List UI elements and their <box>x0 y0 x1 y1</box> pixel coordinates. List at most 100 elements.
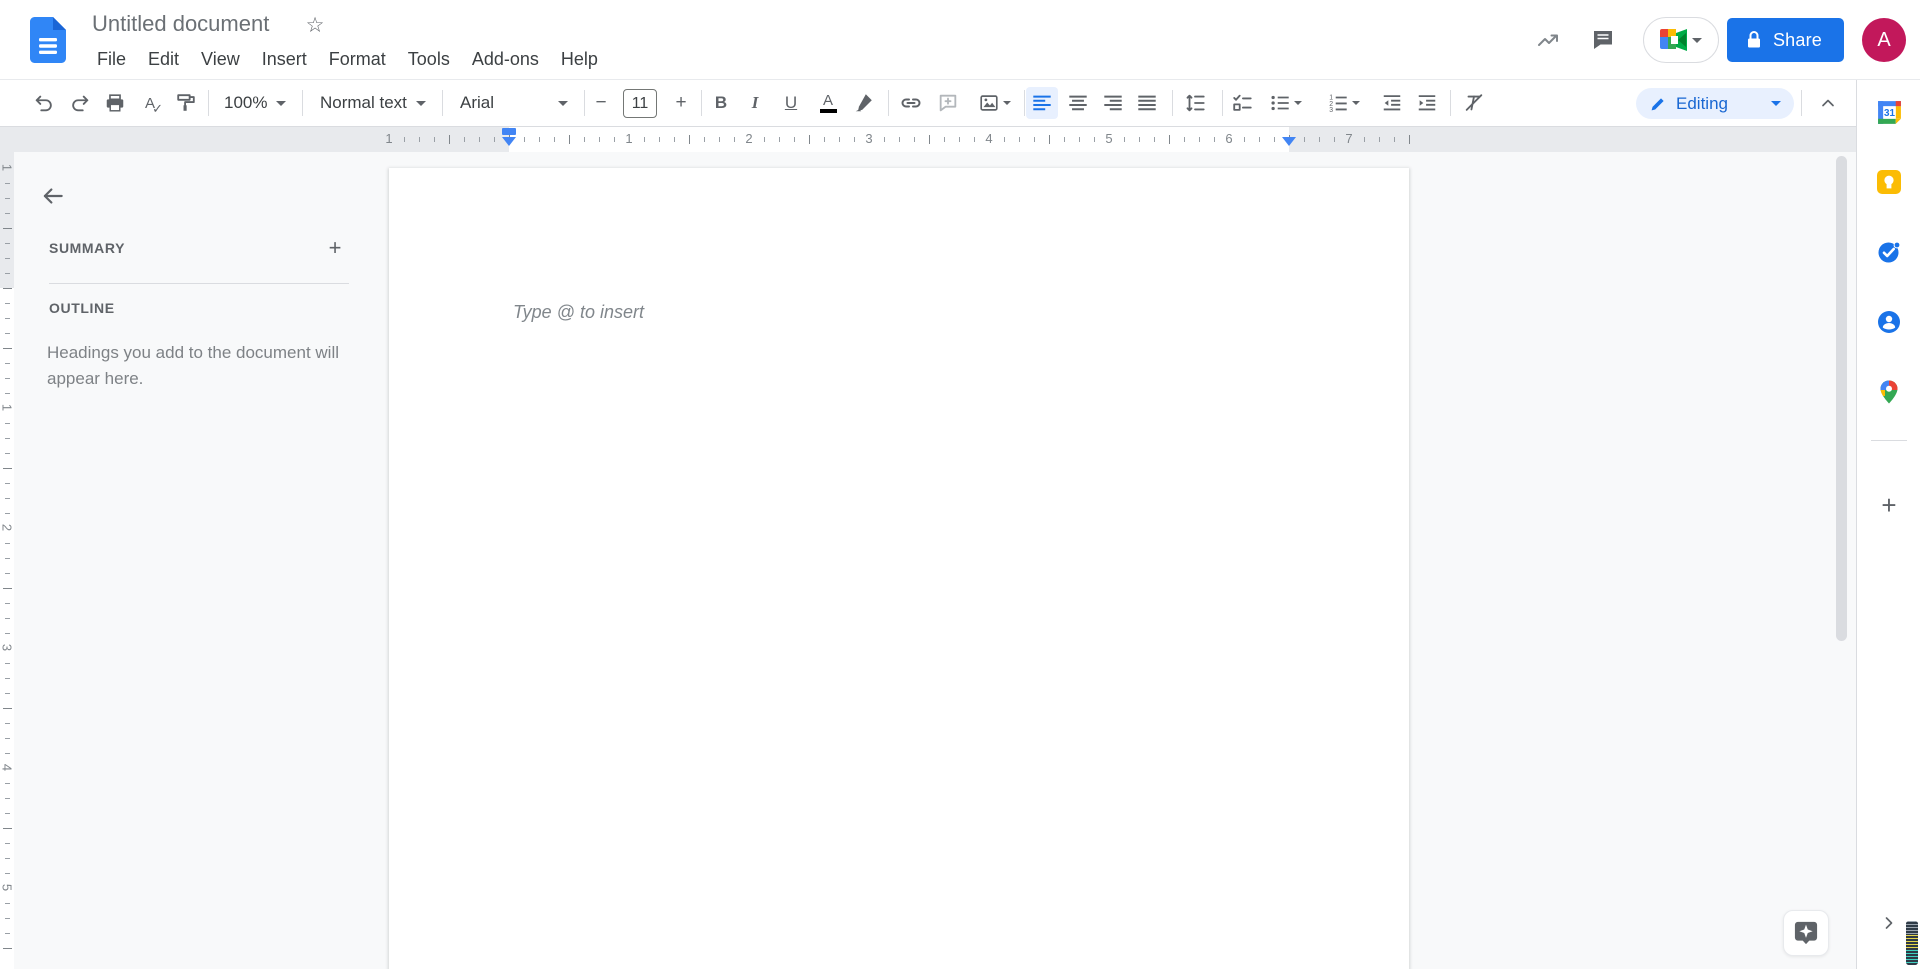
menu-tools[interactable]: Tools <box>397 44 461 74</box>
menu-file[interactable]: File <box>86 44 137 74</box>
paint-format-button[interactable] <box>170 87 202 119</box>
increase-indent-button[interactable] <box>1411 87 1443 119</box>
join-meet-button[interactable] <box>1643 17 1719 63</box>
star-icon[interactable]: ☆ <box>300 10 330 40</box>
bold-button[interactable]: B <box>705 87 737 119</box>
highlighter-icon <box>853 92 875 114</box>
font-value: Arial <box>460 93 494 113</box>
insert-image-button[interactable] <box>971 87 1017 119</box>
align-right-button[interactable] <box>1097 87 1129 119</box>
clear-formatting-button[interactable] <box>1458 87 1490 119</box>
underline-button[interactable]: U <box>775 87 807 119</box>
menu-insert[interactable]: Insert <box>251 44 318 74</box>
ruler-number: 1 <box>0 161 15 175</box>
side-panel: 31 <box>1856 80 1920 969</box>
svg-text:31: 31 <box>1884 108 1895 119</box>
hide-side-panel-button[interactable] <box>1869 903 1909 943</box>
menu-format[interactable]: Format <box>318 44 397 74</box>
paragraph-style-value: Normal text <box>320 93 407 113</box>
open-comments-button[interactable] <box>1583 20 1623 60</box>
editing-mode-select[interactable]: Editing <box>1636 88 1794 119</box>
hide-menus-button[interactable] <box>1812 87 1844 119</box>
insert-link-button[interactable] <box>895 87 927 119</box>
print-button[interactable] <box>99 87 131 119</box>
close-outline-button[interactable] <box>33 176 73 216</box>
text-color-button[interactable]: A <box>812 87 844 119</box>
italic-button[interactable]: I <box>739 87 771 119</box>
lock-icon <box>1745 30 1763 50</box>
document-title[interactable]: Untitled document <box>92 11 269 37</box>
horizontal-ruler[interactable]: 11234567 <box>0 127 1856 152</box>
google-calendar-button[interactable]: 31 <box>1869 92 1909 132</box>
undo-button[interactable] <box>28 87 60 119</box>
outline-label: OUTLINE <box>49 300 115 316</box>
account-avatar[interactable]: A <box>1862 18 1906 62</box>
increase-indent-icon <box>1416 92 1438 114</box>
right-indent-marker[interactable] <box>1282 137 1296 146</box>
pencil-icon <box>1649 95 1667 113</box>
document-activity-button[interactable] <box>1528 20 1568 60</box>
font-size-input[interactable]: 11 <box>623 89 657 118</box>
paint-format-icon <box>175 92 197 114</box>
document-page[interactable]: Type @ to insert <box>389 168 1409 969</box>
back-arrow-icon <box>40 183 66 209</box>
font-select[interactable]: Arial <box>452 87 576 119</box>
menu-bar: File Edit View Insert Format Tools Add-o… <box>86 44 609 74</box>
menu-help[interactable]: Help <box>550 44 609 74</box>
menu-view[interactable]: View <box>190 44 251 74</box>
left-indent-marker[interactable] <box>502 137 516 146</box>
widget-teal-stripes <box>1906 950 1918 965</box>
chevron-up-icon <box>1818 93 1838 113</box>
first-line-indent-marker[interactable] <box>502 128 516 135</box>
decrease-font-size-button[interactable]: − <box>585 87 617 119</box>
redo-button[interactable] <box>64 87 96 119</box>
google-calendar-icon: 31 <box>1876 99 1903 126</box>
align-center-button[interactable] <box>1062 87 1094 119</box>
justify-button[interactable] <box>1131 87 1163 119</box>
google-maps-button[interactable] <box>1869 372 1909 412</box>
add-comment-button[interactable] <box>932 87 964 119</box>
editing-mode-caret-icon <box>1771 101 1781 106</box>
header-actions: Share A <box>1528 0 1906 80</box>
checklist-icon <box>1231 92 1253 114</box>
highlight-color-button[interactable] <box>848 87 880 119</box>
share-button[interactable]: Share <box>1727 18 1844 62</box>
get-addons-button[interactable]: + <box>1869 485 1909 525</box>
checklist-button[interactable] <box>1226 87 1258 119</box>
google-meet-icon <box>1660 29 1687 51</box>
document-placeholder[interactable]: Type @ to insert <box>513 302 644 323</box>
google-keep-button[interactable] <box>1869 162 1909 202</box>
menu-edit[interactable]: Edit <box>137 44 190 74</box>
google-maps-icon <box>1876 379 1902 405</box>
google-tasks-button[interactable] <box>1869 232 1909 272</box>
widget-gray-stripes <box>1906 921 1918 935</box>
align-left-button[interactable] <box>1026 87 1058 119</box>
vertical-ruler[interactable]: 112345 <box>0 127 14 969</box>
side-panel-divider <box>1871 440 1907 441</box>
ruler-number: 1 <box>385 131 392 146</box>
comment-icon <box>1591 28 1615 52</box>
document-scrollbar-thumb[interactable] <box>1836 156 1847 641</box>
numbered-list-button[interactable]: 123 <box>1321 87 1365 119</box>
ruler-number: 5 <box>0 881 15 895</box>
menu-addons[interactable]: Add-ons <box>461 44 550 74</box>
bulleted-list-button[interactable] <box>1263 87 1307 119</box>
screen-corner-widget <box>1906 921 1918 965</box>
toolbar-separator <box>442 90 443 116</box>
editing-mode-value: Editing <box>1676 94 1728 114</box>
google-contacts-button[interactable] <box>1869 302 1909 342</box>
explore-button[interactable] <box>1783 910 1829 956</box>
share-button-label: Share <box>1773 30 1822 51</box>
ruler-number: 3 <box>865 131 872 146</box>
paragraph-style-select[interactable]: Normal text <box>312 87 434 119</box>
add-summary-button[interactable]: + <box>321 234 349 262</box>
spelling-check-button[interactable]: A✓ <box>134 87 166 119</box>
toolbar-separator <box>302 90 303 116</box>
zoom-select[interactable]: 100% <box>216 87 294 119</box>
ruler-number: 6 <box>1225 131 1232 146</box>
google-docs-logo[interactable] <box>30 17 66 63</box>
line-spacing-button[interactable] <box>1179 87 1211 119</box>
undo-icon <box>33 92 55 114</box>
decrease-indent-button[interactable] <box>1376 87 1408 119</box>
increase-font-size-button[interactable]: + <box>665 87 697 119</box>
